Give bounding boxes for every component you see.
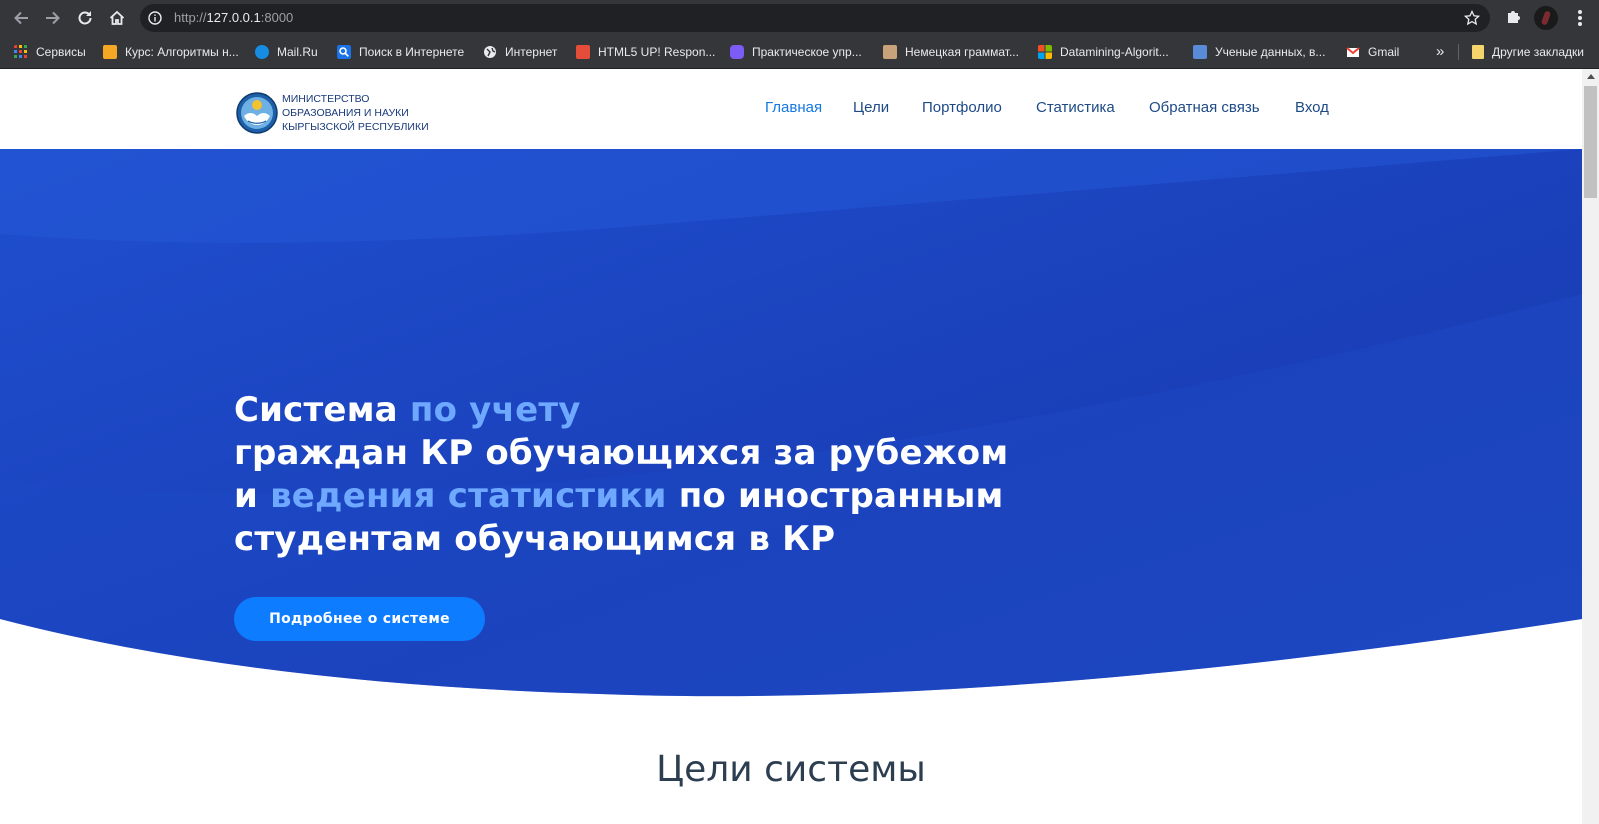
headline-text: по иностранным xyxy=(666,476,1004,516)
bookmark-label: Datamining-Algorit... xyxy=(1060,45,1169,59)
bookmark-internet[interactable]: Интернет xyxy=(483,43,557,61)
headline-text: Система xyxy=(234,390,410,430)
learn-more-button[interactable]: Подробнее о системе xyxy=(234,597,485,641)
globe-icon xyxy=(484,46,496,58)
bookmark-label: Сервисы xyxy=(36,45,86,59)
hero-headline: Система по учету граждан КР обучающихся … xyxy=(234,389,1008,561)
course-icon xyxy=(103,45,117,59)
profile-avatar[interactable] xyxy=(1534,6,1558,30)
grammar-icon xyxy=(883,45,897,59)
bookmarks-bar: Сервисы Курс: Алгоритмы н... Mail.Ru Пои… xyxy=(0,36,1599,69)
bookmark-label: Mail.Ru xyxy=(277,45,318,59)
bookmark-algorithms-course[interactable]: Курс: Алгоритмы н... xyxy=(103,43,239,61)
url-port: :8000 xyxy=(260,10,294,25)
bookmark-label: Поиск в Интернете xyxy=(359,45,465,59)
headline-text: граждан КР обучающихся за рубежом xyxy=(234,433,1009,473)
nav-portfolio[interactable]: Портфолио xyxy=(922,99,1002,116)
bookmarks-divider xyxy=(1458,44,1459,60)
headline-highlight: ведения статистики xyxy=(270,476,667,516)
info-icon[interactable] xyxy=(148,11,162,25)
bookmark-mailru[interactable]: Mail.Ru xyxy=(255,43,318,61)
mailru-icon xyxy=(255,45,269,59)
nav-home[interactable]: Главная xyxy=(765,99,822,116)
search-icon xyxy=(337,45,351,59)
bookmark-gmail[interactable]: Gmail xyxy=(1346,43,1399,61)
bookmark-services[interactable]: Сервисы xyxy=(14,43,86,61)
bookmark-label: Gmail xyxy=(1368,45,1400,59)
bookmark-label: Практическое упр... xyxy=(752,45,862,59)
html5up-icon xyxy=(576,45,590,59)
more-bookmarks-chevron[interactable]: » xyxy=(1436,43,1444,60)
practice-icon xyxy=(730,45,744,59)
ministry-name-line: КЫРГЫЗСКОЙ РЕСПУБЛИКИ xyxy=(282,121,429,133)
other-bookmarks-label: Другие закладки xyxy=(1492,45,1584,59)
headline-highlight: по учету xyxy=(409,390,581,430)
bookmark-label: HTML5 UP! Respon... xyxy=(598,45,716,59)
bookmark-internet-search[interactable]: Поиск в Интернете xyxy=(337,43,464,61)
bookmark-german-grammar[interactable]: Немецкая граммат... xyxy=(883,43,1019,61)
extensions-puzzle-icon[interactable] xyxy=(1505,8,1523,26)
reload-icon[interactable] xyxy=(73,6,97,30)
url-scheme: http:// xyxy=(174,10,207,25)
site-header: МИНИСТЕРСТВО ОБРАЗОВАНИЯ И НАУКИ КЫРГЫЗС… xyxy=(0,69,1582,149)
nav-login[interactable]: Вход xyxy=(1295,99,1329,116)
page-viewport: МИНИСТЕРСТВО ОБРАЗОВАНИЯ И НАУКИ КЫРГЫЗС… xyxy=(0,69,1582,824)
browser-toolbar: http://127.0.0.1:8000 xyxy=(0,0,1599,36)
kebab-menu-icon[interactable] xyxy=(1570,6,1590,30)
page-scrollbar[interactable] xyxy=(1582,69,1599,824)
url-host: 127.0.0.1 xyxy=(206,10,261,25)
bookmark-star-icon[interactable] xyxy=(1464,10,1480,26)
folder-icon xyxy=(1472,45,1484,59)
data-scientists-icon xyxy=(1193,45,1207,59)
nav-statistics[interactable]: Статистика xyxy=(1036,99,1115,116)
headline-text: студентам обучающимся в КР xyxy=(234,519,836,559)
hero-section: Система по учету граждан КР обучающихся … xyxy=(0,149,1582,709)
headline-text: и xyxy=(234,476,271,516)
address-bar[interactable]: http://127.0.0.1:8000 xyxy=(140,4,1490,32)
bookmark-datamining[interactable]: Datamining-Algorit... xyxy=(1038,43,1169,61)
nav-feedback[interactable]: Обратная связь xyxy=(1149,99,1260,116)
bookmark-html5up[interactable]: HTML5 UP! Respon... xyxy=(576,43,715,61)
back-arrow-icon[interactable] xyxy=(9,6,33,30)
bookmark-data-scientists[interactable]: Ученые данных, в... xyxy=(1193,43,1325,61)
forward-arrow-icon[interactable] xyxy=(41,6,65,30)
gmail-icon xyxy=(1346,47,1360,57)
scroll-up-arrow-icon[interactable] xyxy=(1587,74,1595,79)
nav-goals[interactable]: Цели xyxy=(853,99,889,116)
bookmark-label: Курс: Алгоритмы н... xyxy=(125,45,239,59)
microsoft-icon xyxy=(1038,45,1052,59)
bookmark-label: Немецкая граммат... xyxy=(905,45,1019,59)
bookmark-practice[interactable]: Практическое упр... xyxy=(730,43,862,61)
scrollbar-thumb[interactable] xyxy=(1584,86,1597,198)
other-bookmarks[interactable]: Другие закладки xyxy=(1472,43,1584,61)
home-icon[interactable] xyxy=(105,6,129,30)
url-text[interactable]: http://127.0.0.1:8000 xyxy=(174,10,293,25)
bookmark-label: Интернет xyxy=(505,45,558,59)
main-nav: Главная Цели Портфолио Статистика Обратн… xyxy=(0,99,1582,119)
goals-section-title: Цели системы xyxy=(656,749,926,790)
bookmark-label: Ученые данных, в... xyxy=(1215,45,1326,59)
apps-grid-icon xyxy=(14,45,27,58)
